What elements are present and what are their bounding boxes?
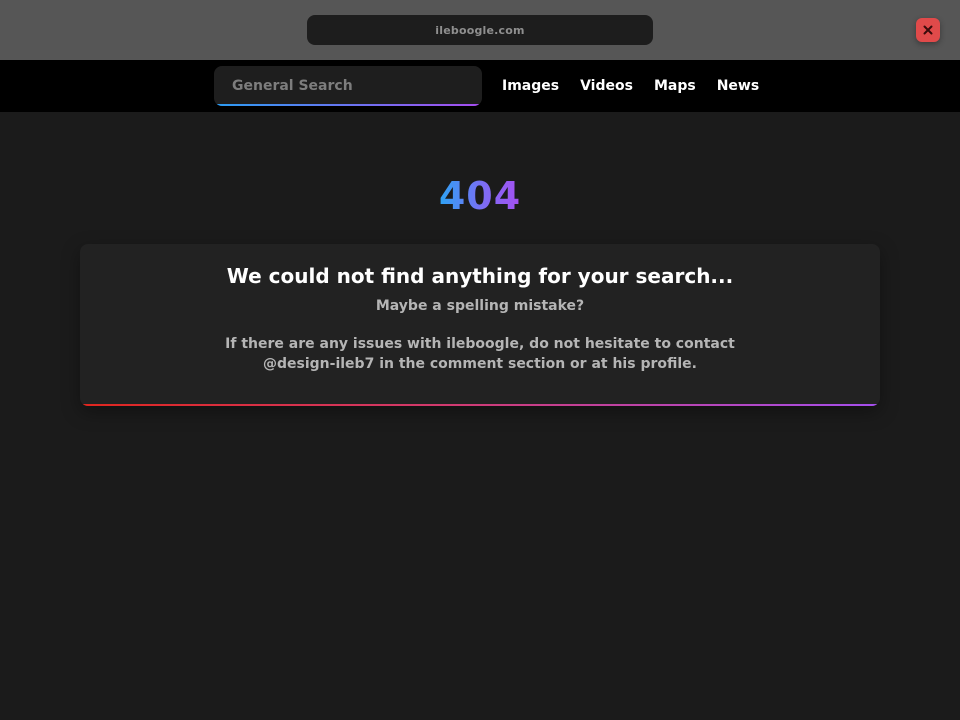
search-input[interactable] bbox=[214, 66, 482, 106]
browser-chrome: ileboogle.com bbox=[0, 0, 960, 60]
error-subtitle: Maybe a spelling mistake? bbox=[375, 298, 585, 314]
address-bar[interactable]: ileboogle.com bbox=[307, 15, 653, 45]
nav-bar: Images Videos Maps News bbox=[0, 60, 960, 112]
error-code: 404 bbox=[0, 174, 960, 218]
nav-link-maps[interactable]: Maps bbox=[654, 78, 696, 94]
address-url: ileboogle.com bbox=[435, 23, 525, 37]
close-button[interactable] bbox=[916, 18, 940, 42]
nav-link-videos[interactable]: Videos bbox=[580, 78, 633, 94]
close-icon bbox=[923, 25, 933, 35]
nav-link-news[interactable]: News bbox=[717, 78, 759, 94]
error-title: We could not find anything for your sear… bbox=[226, 264, 734, 288]
nav-link-images[interactable]: Images bbox=[502, 78, 559, 94]
search-box[interactable] bbox=[214, 66, 482, 106]
error-body: If there are any issues with ileboogle, … bbox=[225, 336, 735, 372]
error-code-text: 404 bbox=[438, 174, 522, 218]
error-card: We could not find anything for your sear… bbox=[80, 244, 880, 406]
nav-links: Images Videos Maps News bbox=[502, 60, 780, 112]
